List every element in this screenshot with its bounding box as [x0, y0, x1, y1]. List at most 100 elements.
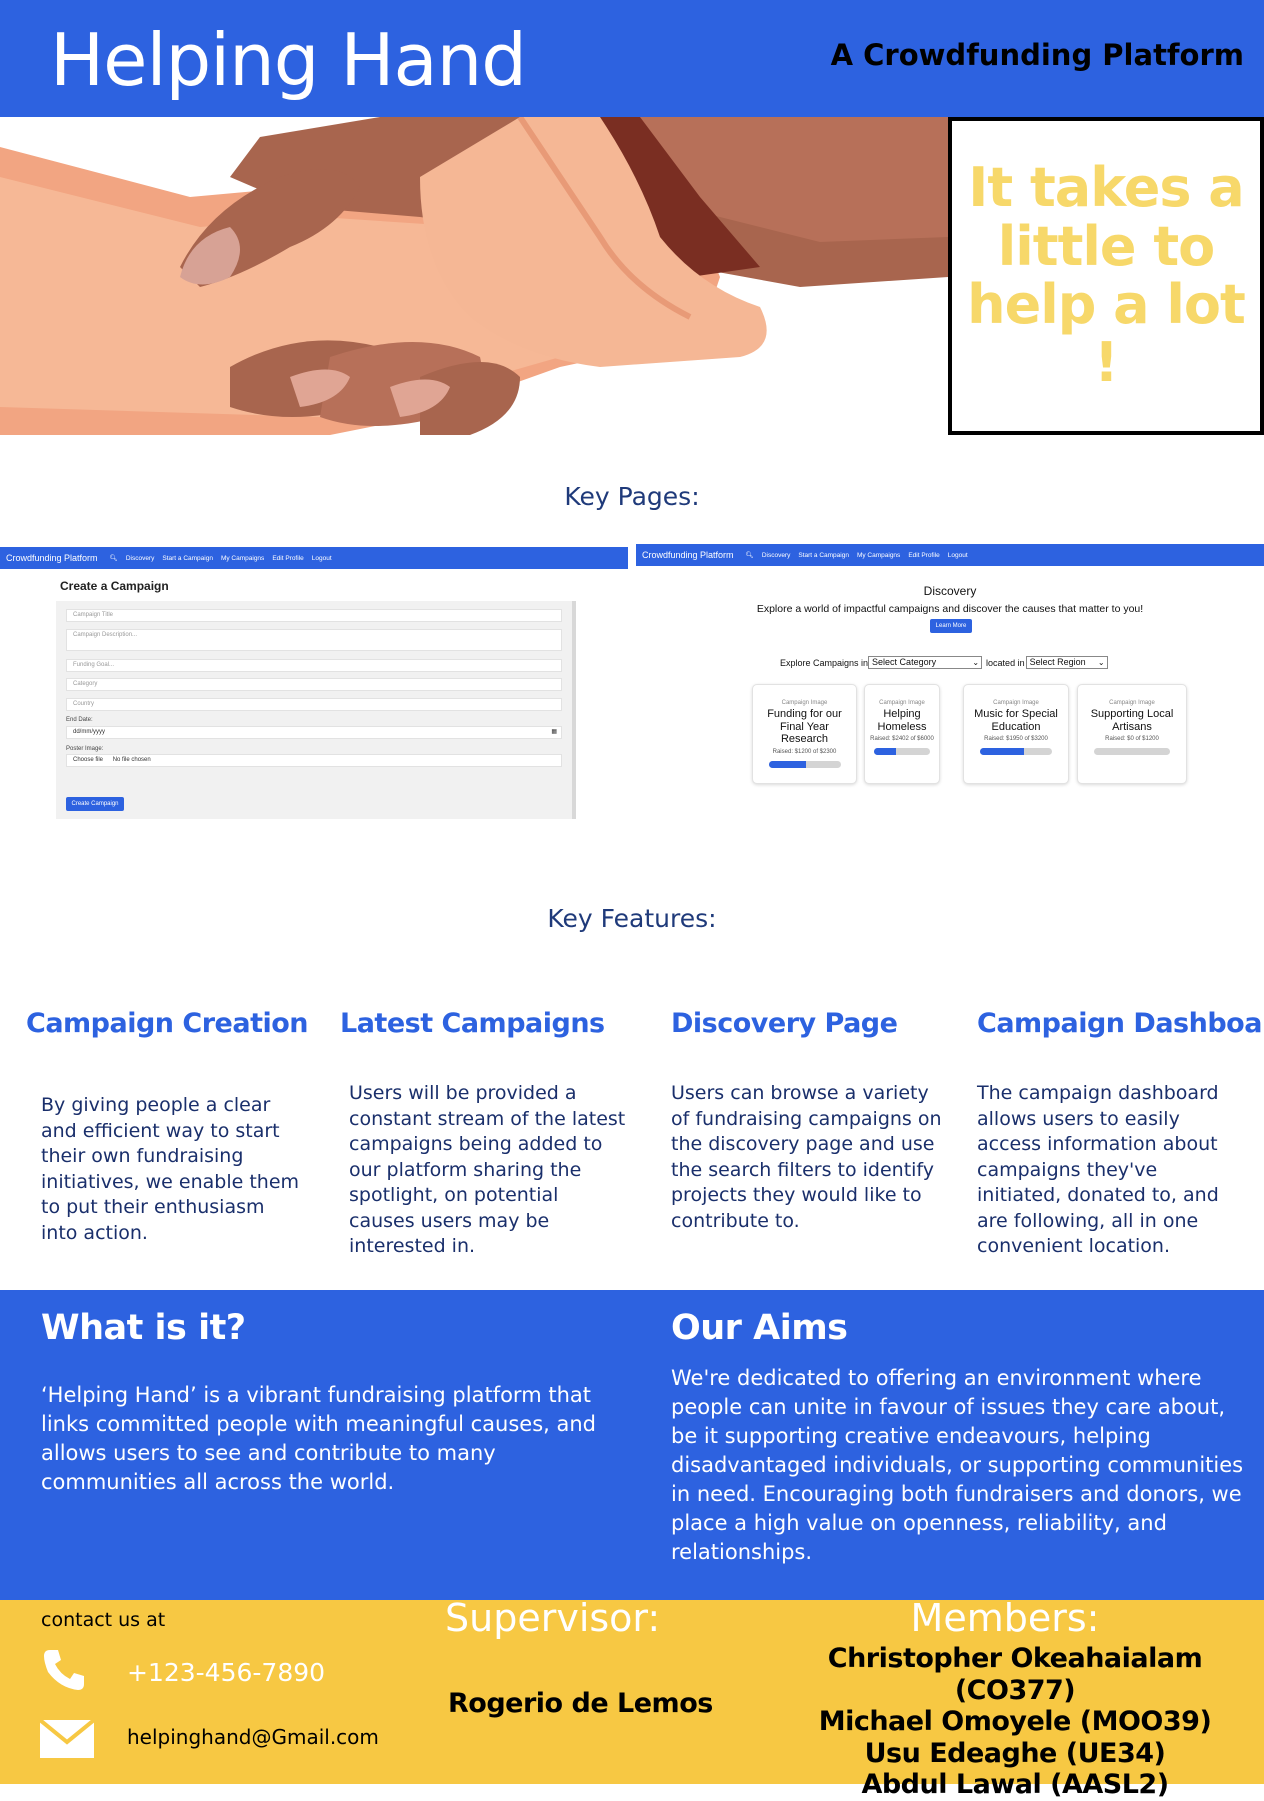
mock-navbar: Crowdfunding Platform 🔍︎ Discovery Start… — [636, 544, 1264, 566]
our-aims-text: We're dedicated to offering an environme… — [671, 1366, 1244, 1564]
contact-email[interactable]: helpinghand@Gmail.com — [127, 1725, 379, 1749]
mock-learn-more-button: Learn More — [930, 619, 972, 633]
feature-desc-latest-campaigns: Users will be provided a constant stream… — [349, 1082, 626, 1257]
campaign-progress-fill — [874, 748, 897, 756]
mock-nav-item-start: Start a Campaign — [162, 554, 213, 562]
what-is-it-heading: What is it? — [41, 1308, 246, 1348]
mock-nav-item-my-campaigns: My Campaigns — [856, 551, 901, 559]
mock-category-field: Category — [66, 678, 562, 691]
campaign-progress-bar — [874, 748, 930, 756]
calendar-icon: ▦ — [551, 729, 557, 735]
campaign-image-placeholder: Campaign Image — [781, 700, 828, 706]
mock-region-select: Select Region ⌄ — [1025, 656, 1108, 669]
mock-nav-item-discovery: Discovery — [761, 551, 791, 559]
slogan-box: It takes a little to help a lot ! — [948, 117, 1264, 435]
mock-nav-brand: Crowdfunding Platform — [6, 553, 98, 563]
supervisor-label: Supervisor: — [445, 1596, 661, 1640]
member-name: Abdul Lawal (AASL2) — [861, 1769, 1169, 1800]
mock-campaign-card: Campaign Image Funding for our Final Yea… — [752, 684, 857, 784]
mock-explore-label: Explore Campaigns in — [780, 657, 869, 668]
campaign-progress-fill — [980, 748, 1024, 756]
mock-nav-item-start: Start a Campaign — [798, 551, 849, 559]
campaign-card-title: Funding for our Final Year Research — [767, 708, 842, 746]
mock-nav-item-discovery: Discovery — [125, 554, 155, 562]
member-name: Christopher Okeahaialam (CO377) — [827, 1643, 1203, 1706]
members-list: Christopher Okeahaialam (CO377) Michael … — [770, 1643, 1260, 1801]
campaign-card-title: Supporting Local Artisans — [1090, 708, 1174, 733]
feature-title-discovery-page: Discovery Page — [671, 1008, 898, 1039]
slogan-text: It takes a little to help a lot ! — [967, 156, 1246, 395]
mock-navbar: Crowdfunding Platform 🔍︎ Discovery Start… — [0, 547, 628, 569]
chevron-down-icon: ⌄ — [972, 658, 980, 667]
mock-discovery-title: Discovery — [923, 584, 977, 598]
campaign-card-title: Music for Special Education — [974, 708, 1058, 733]
campaign-image-placeholder: Campaign Image — [879, 700, 925, 706]
mock-discovery-subtitle: Explore a world of impactful campaigns a… — [756, 603, 1144, 615]
mock-poster-label: Poster Image: — [66, 746, 104, 752]
mock-nav-brand: Crowdfunding Platform — [642, 550, 734, 560]
key-features-heading: Key Features: — [547, 904, 717, 933]
campaign-card-title: Helping Homeless — [877, 708, 927, 733]
chevron-down-icon: ⌄ — [1097, 658, 1105, 667]
mock-choose-file: Choose file — [73, 757, 104, 763]
mock-description-field: Campaign Description... — [66, 629, 562, 651]
campaign-progress-bar — [1094, 748, 1170, 756]
poster-title: Helping Hand — [50, 18, 527, 102]
mock-nav-item-edit-profile: Edit Profile — [272, 554, 304, 562]
campaign-progress-bar — [768, 760, 841, 768]
search-icon: 🔍︎ — [745, 552, 754, 559]
mock-title-field: Campaign Title — [66, 609, 562, 622]
mock-category-select: Select Category ⌄ — [868, 656, 983, 669]
our-aims-heading: Our Aims — [671, 1308, 848, 1348]
mock-file-field: Choose file No file chosen — [66, 754, 562, 767]
mock-campaign-card: Campaign Image Supporting Local Artisans… — [1077, 684, 1187, 784]
mock-filter-row: Explore Campaigns in Select Category ⌄ l… — [780, 656, 1108, 669]
handshake-image — [0, 117, 948, 435]
mock-campaign-form: Campaign Title Campaign Description... F… — [56, 601, 576, 819]
mock-end-date-field: dd/mm/yyyy ▦ — [66, 726, 562, 739]
mock-end-date-label: End Date: — [66, 717, 93, 723]
feature-title-campaign-dashboard: Campaign Dashboard — [977, 1008, 1264, 1039]
campaign-card-raised: Raised: $1200 of $2300 — [772, 748, 837, 755]
key-pages-heading: Key Pages: — [564, 482, 700, 511]
phone-icon — [40, 1646, 88, 1699]
search-icon: 🔍︎ — [109, 555, 118, 562]
what-is-it-text: ‘Helping Hand’ is a vibrant fundraising … — [41, 1383, 597, 1494]
mock-campaign-card: Campaign Image Music for Special Educati… — [963, 684, 1069, 784]
campaign-progress-bar — [980, 748, 1052, 756]
feature-desc-discovery-page: Users can browse a variety of fundraisin… — [671, 1082, 942, 1232]
poster-tagline: A Crowdfunding Platform — [830, 38, 1244, 72]
feature-title-campaign-creation: Campaign Creation — [26, 1008, 309, 1039]
handshake-illustration — [0, 117, 948, 435]
mock-category-select-value: Select Category — [872, 657, 937, 667]
mock-nav-item-logout: Logout — [947, 551, 968, 559]
mock-no-file: No file chosen — [112, 757, 151, 763]
envelope-icon — [38, 1718, 96, 1763]
mock-campaign-card: Campaign Image Helping Homeless Raised: … — [864, 684, 940, 784]
mock-end-date-value: dd/mm/yyyy — [73, 729, 106, 735]
mock-country-field: Country — [66, 698, 562, 711]
campaign-progress-fill — [768, 760, 806, 768]
mock-nav-item-my-campaigns: My Campaigns — [220, 554, 265, 562]
members-label: Members: — [910, 1596, 1100, 1640]
campaign-card-raised: Raised: $2402 of $6000 — [870, 736, 934, 743]
campaign-image-placeholder: Campaign Image — [993, 700, 1039, 706]
mock-page-title: Create a Campaign — [60, 579, 169, 593]
mock-region-select-value: Select Region — [1029, 657, 1086, 667]
feature-desc-campaign-creation: By giving people a clear and efficient w… — [41, 1094, 300, 1244]
supervisor-name: Rogerio de Lemos — [448, 1688, 713, 1719]
feature-desc-campaign-dashboard: The campaign dashboard allows users to e… — [977, 1082, 1219, 1257]
campaign-card-raised: Raised: $0 of $1200 — [1105, 736, 1159, 743]
campaign-card-raised: Raised: $1950 of $3200 — [984, 736, 1048, 743]
mock-create-campaign-button: Create Campaign — [66, 797, 124, 811]
feature-title-latest-campaigns: Latest Campaigns — [340, 1008, 605, 1039]
member-name: Usu Edeaghe (UE34) — [864, 1737, 1166, 1769]
mock-located-label: located in — [986, 657, 1025, 668]
create-campaign-screenshot: Crowdfunding Platform 🔍︎ Discovery Start… — [0, 547, 628, 819]
mock-nav-item-logout: Logout — [311, 554, 332, 562]
member-name: Michael Omoyele (MOO39) — [818, 1706, 1212, 1737]
campaign-image-placeholder: Campaign Image — [1109, 700, 1155, 706]
mock-nav-item-edit-profile: Edit Profile — [908, 551, 940, 559]
mock-goal-field: Funding Goal... — [66, 659, 562, 672]
contact-phone[interactable]: +123-456-7890 — [127, 1658, 325, 1687]
